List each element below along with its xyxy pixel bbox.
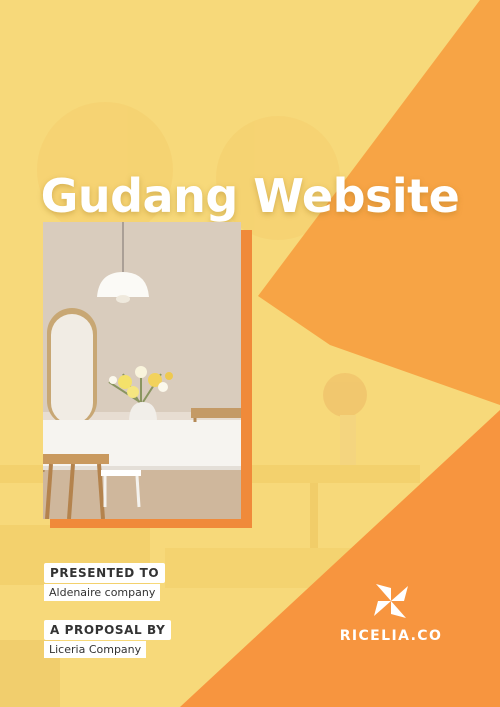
pinwheel-logo-icon xyxy=(374,584,408,618)
presented-to-value: Aldenaire company xyxy=(44,584,161,601)
proposal-cover: Gudang Website PRESENTED TO Aldenaire co… xyxy=(0,0,500,707)
chair-front-left xyxy=(43,454,109,464)
interior-photo xyxy=(43,222,241,519)
brand-name: RICELIA.CO xyxy=(339,628,443,644)
page-title: Gudang Website xyxy=(40,168,460,223)
proposal-by-value: Liceria Company xyxy=(44,641,147,658)
white-chair xyxy=(101,470,141,476)
presented-to-label: PRESENTED TO xyxy=(44,563,166,583)
proposal-by-label: A PROPOSAL BY xyxy=(44,620,172,640)
chair-back-right xyxy=(191,408,241,418)
